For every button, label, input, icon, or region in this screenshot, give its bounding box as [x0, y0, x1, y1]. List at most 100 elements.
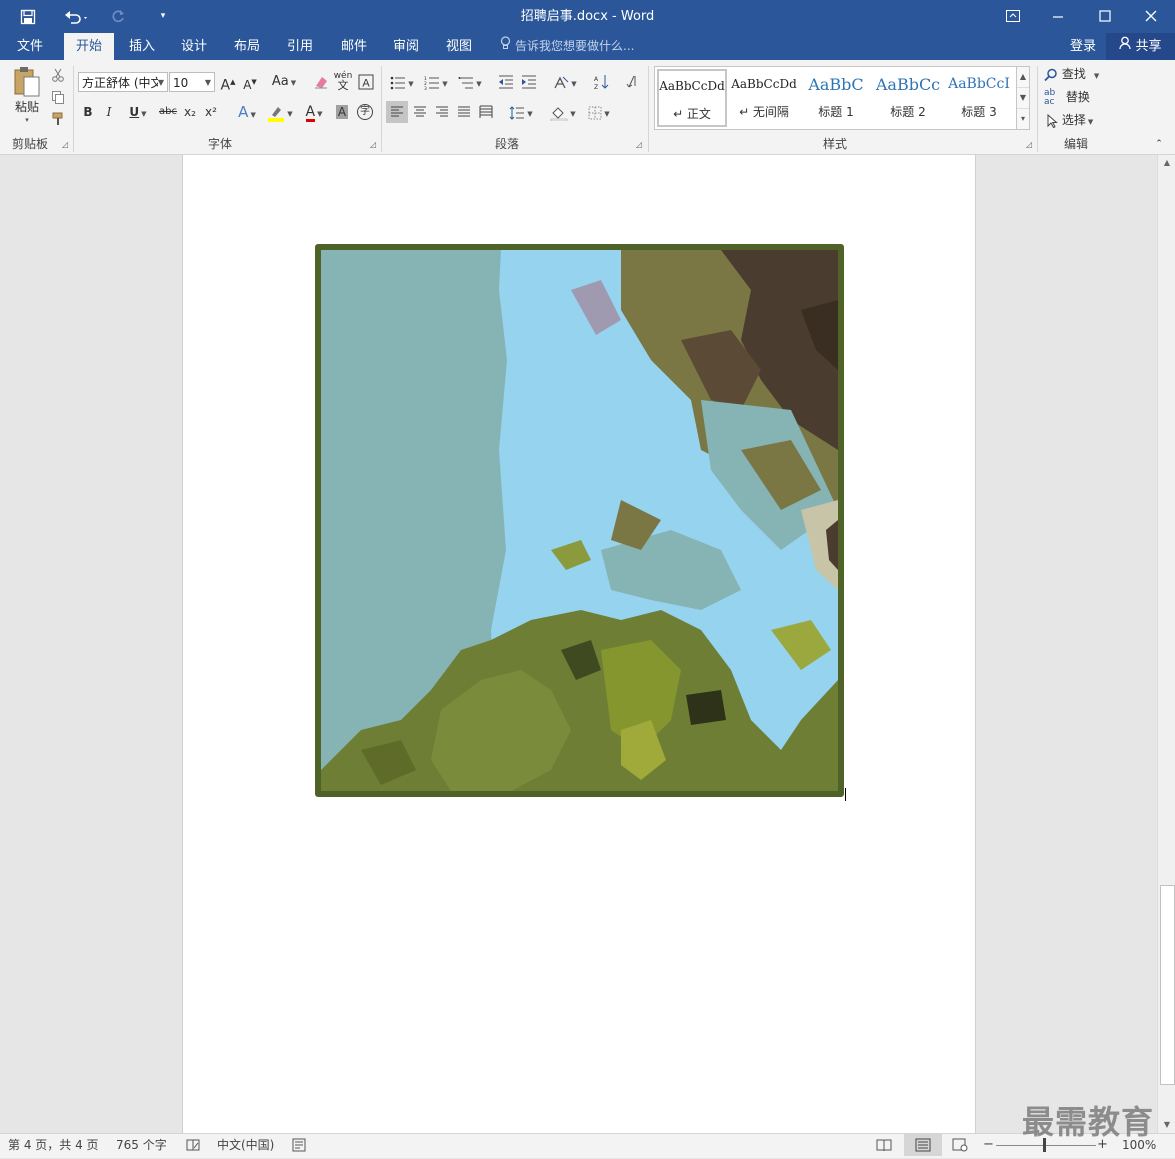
word-count[interactable]: 765 个字	[116, 1134, 167, 1156]
vertical-scrollbar[interactable]: ▲ ▼	[1157, 155, 1175, 1133]
paste-dropdown-icon[interactable]: ▾	[8, 115, 46, 125]
styles-launcher-icon[interactable]: ◿	[1026, 140, 1035, 149]
paragraph-launcher-icon[interactable]: ◿	[636, 140, 645, 149]
close-icon[interactable]	[1138, 0, 1164, 33]
borders-button[interactable]: ▼	[584, 101, 614, 123]
style-normal[interactable]: AaBbCcDd ↵ 正文	[657, 69, 727, 127]
replace-label: 替换	[1065, 90, 1090, 104]
show-marks-icon[interactable]	[622, 71, 642, 93]
font-launcher-icon[interactable]: ◿	[370, 140, 379, 149]
maximize-icon[interactable]	[1092, 0, 1118, 33]
replace-button[interactable]: ab ac 替换	[1044, 86, 1108, 108]
strikethrough-button[interactable]: abc	[157, 101, 179, 123]
style-sample: AaBbCcI	[948, 76, 1010, 92]
borders-icon	[588, 106, 602, 119]
font-name-combo[interactable]: 方正舒体 (中⽂ ▼	[78, 72, 168, 92]
select-button[interactable]: 选择 ▼	[1046, 109, 1110, 131]
subscript-button[interactable]: x₂	[181, 101, 199, 123]
chinese-layout-button[interactable]: ▼	[550, 71, 580, 93]
copy-icon[interactable]	[49, 86, 67, 108]
tell-me-box[interactable]: 告诉我您想要做什么...	[500, 33, 634, 60]
italic-button[interactable]: I	[101, 101, 117, 123]
shrink-font-button[interactable]: A▼	[241, 71, 259, 93]
find-button[interactable]: 查找 ▼	[1044, 63, 1108, 85]
align-right-icon[interactable]	[431, 101, 453, 123]
tab-insert[interactable]: 插入	[118, 33, 166, 60]
customize-icon[interactable]: ▾	[154, 0, 172, 33]
tab-layout[interactable]: 布局	[223, 33, 271, 60]
font-color-button[interactable]: A ▼	[299, 101, 329, 123]
share-button[interactable]: 共享	[1106, 33, 1175, 60]
scroll-down-icon[interactable]: ▼	[1158, 1117, 1175, 1133]
document-page[interactable]	[182, 155, 976, 1133]
bullets-button[interactable]: ▼	[387, 71, 417, 93]
bold-button[interactable]: B	[80, 101, 96, 123]
grow-font-button[interactable]: A▲	[219, 71, 237, 94]
enclose-characters-button[interactable]: 字	[355, 101, 375, 123]
underline-button[interactable]: U ▼	[123, 101, 153, 123]
superscript-button[interactable]: x²	[202, 101, 220, 123]
sort-icon[interactable]: AZ	[591, 71, 611, 93]
scroll-thumb[interactable]	[1160, 885, 1175, 1085]
macro-recording-icon[interactable]	[292, 1134, 306, 1156]
align-center-icon[interactable]	[409, 101, 431, 123]
login-link[interactable]: 登录	[1070, 33, 1096, 60]
scroll-up-icon[interactable]: ▲	[1017, 67, 1029, 88]
highlight-button[interactable]: ▼	[264, 101, 296, 123]
character-shading-button[interactable]: A	[333, 101, 351, 123]
style-heading-3[interactable]: AaBbCcI 标题 3	[945, 69, 1013, 127]
page-count[interactable]: 第 4 页，共 4 页	[8, 1134, 99, 1156]
change-case-button[interactable]: Aa ▼	[268, 71, 300, 93]
style-no-spacing[interactable]: AaBbCcDd ↵ 无间隔	[729, 69, 799, 127]
tab-design[interactable]: 设计	[170, 33, 218, 60]
tab-references[interactable]: 引用	[276, 33, 324, 60]
tab-view[interactable]: 视图	[435, 33, 483, 60]
tab-review[interactable]: 审阅	[382, 33, 430, 60]
cut-icon[interactable]	[49, 64, 67, 86]
distributed-icon[interactable]	[475, 101, 497, 123]
tab-home[interactable]: 开始	[64, 33, 114, 60]
tab-mailings[interactable]: 邮件	[330, 33, 378, 60]
font-size-combo[interactable]: 10 ▼	[169, 72, 215, 92]
minimize-icon[interactable]	[1045, 0, 1071, 33]
read-mode-icon[interactable]	[876, 1134, 892, 1156]
paste-button[interactable]: 粘贴 ▾	[8, 66, 46, 128]
phonetic-guide-button[interactable]: wén 文	[333, 69, 353, 91]
format-painter-icon[interactable]	[49, 108, 67, 130]
numbering-button[interactable]: 1 2 3 ▼	[421, 71, 451, 93]
zoom-out-button[interactable]: −	[983, 1134, 994, 1156]
save-icon[interactable]	[16, 0, 40, 33]
style-heading-2[interactable]: AaBbCc 标题 2	[873, 69, 943, 127]
undo-icon[interactable]	[60, 0, 94, 33]
ribbon-display-icon[interactable]	[1000, 0, 1026, 33]
scroll-down-icon[interactable]: ▼	[1017, 88, 1029, 109]
text-effects-button[interactable]: A ▼	[233, 101, 261, 123]
inserted-picture[interactable]	[315, 244, 844, 797]
clear-formatting-icon[interactable]	[311, 71, 331, 93]
scroll-up-icon[interactable]: ▲	[1158, 155, 1175, 171]
increase-indent-icon[interactable]	[519, 71, 539, 93]
clipboard-launcher-icon[interactable]: ◿	[62, 140, 71, 149]
style-heading-1[interactable]: AaBbC 标题 1	[801, 69, 871, 127]
language[interactable]: 中文(中国)	[217, 1134, 274, 1156]
align-left-icon[interactable]	[386, 101, 408, 123]
collapse-ribbon-icon[interactable]: ⌃	[1151, 136, 1167, 152]
text-effects-label: A	[238, 103, 249, 121]
paragraph-group-label: 段落	[494, 137, 519, 151]
shading-button[interactable]: ▼	[547, 101, 579, 123]
svg-text:A: A	[362, 78, 370, 90]
tab-file[interactable]: 文件	[4, 33, 56, 60]
style-sample: AaBbC	[808, 75, 864, 94]
multilevel-list-button[interactable]: ▼	[455, 71, 485, 93]
character-border-icon[interactable]: A	[356, 71, 376, 93]
gallery-more-icon[interactable]: ▾	[1017, 109, 1029, 129]
decrease-indent-icon[interactable]	[496, 71, 516, 93]
proofing-icon[interactable]	[186, 1134, 200, 1156]
zoom-slider[interactable]	[996, 1145, 1096, 1146]
web-layout-icon[interactable]	[952, 1134, 968, 1156]
line-spacing-button[interactable]: ▼	[506, 101, 536, 123]
redo-icon[interactable]	[108, 0, 128, 33]
print-layout-icon[interactable]	[904, 1134, 942, 1156]
chevron-down-icon: ▼	[157, 78, 164, 87]
justify-icon[interactable]	[453, 101, 475, 123]
